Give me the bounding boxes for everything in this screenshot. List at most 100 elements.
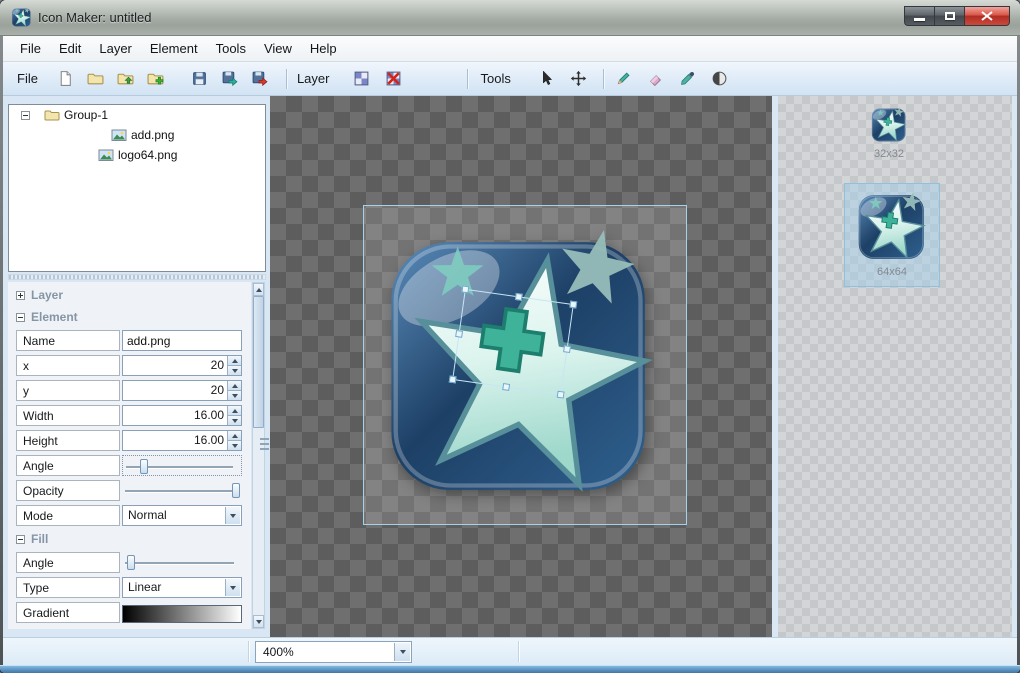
tree-item-label: logo64.png [118,148,178,162]
select-tool-button[interactable] [535,67,559,91]
scroll-down-icon[interactable] [253,615,264,628]
props-scrollbar[interactable] [252,282,265,629]
close-button[interactable] [964,6,1010,26]
prop-row-mode: Mode Normal [16,503,242,528]
expand-icon[interactable] [16,290,25,300]
save-icon [193,72,207,85]
resize-handle-sw[interactable] [448,375,457,384]
title-bar[interactable]: Icon Maker: untitled [0,0,1020,36]
section-element: Element [16,306,242,328]
folder-up-icon [117,73,134,85]
eyedropper-tool-button[interactable] [676,67,700,91]
slider-track [125,562,234,564]
prop-row-gradient: Gradient [16,600,242,625]
chevron-down-icon[interactable] [394,643,410,661]
prop-label: Name [16,330,120,351]
delete-layer-button[interactable] [381,67,405,91]
spinner-arrows[interactable] [227,406,241,425]
move-tool-button[interactable] [567,67,591,91]
new-file-button[interactable] [54,67,78,91]
preview-64-thumbnail[interactable] [855,190,929,264]
height-value: 16.00 [193,433,224,447]
element-selection-rect[interactable] [448,285,578,399]
scrollbar-thumb[interactable] [253,296,264,428]
width-stepper[interactable]: 16.00 [122,405,242,426]
folder-add-button[interactable] [144,67,168,91]
collapse-icon[interactable] [21,110,30,120]
folder-icon [44,110,60,121]
section-title: Element [31,310,78,324]
menu-help[interactable]: Help [301,37,346,60]
resize-handle-ne[interactable] [569,300,578,309]
resize-handle-w[interactable] [455,329,464,338]
folder-up-button[interactable] [114,67,138,91]
maximize-icon [944,12,955,20]
save-export-red-icon [253,71,268,87]
zoom-select[interactable]: 400% [255,641,412,663]
resize-handle-s[interactable] [502,383,511,391]
gradient-editor[interactable] [122,604,242,623]
add-layer-button[interactable] [349,67,373,91]
name-input[interactable] [122,330,242,351]
opacity-slider[interactable] [122,480,242,501]
resize-handle-n[interactable] [514,292,523,301]
close-icon [981,11,993,21]
preview-64-label: 64x64 [877,266,907,278]
menu-file[interactable]: File [11,37,50,60]
layer-tree[interactable]: Group-1 add.png logo64.png [8,104,266,272]
fill-type-select[interactable]: Linear [122,577,242,598]
scroll-up-icon[interactable] [253,283,264,296]
collapse-icon[interactable] [16,312,25,322]
spinner-arrows[interactable] [227,381,241,400]
slider-thumb[interactable] [139,459,148,474]
resize-handle-se[interactable] [556,390,565,399]
save-export-red-button[interactable] [248,67,272,91]
menu-bar: File Edit Layer Element Tools View Help [3,36,1017,62]
pencil-tool-button[interactable] [612,67,636,91]
resize-handle-nw[interactable] [461,285,470,294]
tree-item-add-png[interactable]: add.png [9,125,265,145]
save-button[interactable] [188,67,212,91]
chevron-down-icon[interactable] [225,507,240,524]
slider-thumb[interactable] [232,483,241,498]
menu-tools[interactable]: Tools [207,37,255,60]
prop-row-x: x 20 [16,353,242,378]
chevron-down-icon[interactable] [225,579,240,596]
canvas[interactable] [270,96,772,637]
fill-angle-slider[interactable] [122,552,242,573]
height-stepper[interactable]: 16.00 [122,430,242,451]
tree-item-group[interactable]: Group-1 [9,105,265,125]
tree-props-splitter[interactable] [8,274,266,280]
menu-element[interactable]: Element [141,37,207,60]
angle-slider[interactable] [122,455,242,476]
prop-row-name: Name [16,328,242,353]
collapse-icon[interactable] [16,534,25,544]
prop-label: Angle [16,455,120,476]
preview-panel[interactable]: 32x32 64x64 [778,96,1012,637]
menu-edit[interactable]: Edit [50,37,90,60]
x-value: 20 [210,358,224,372]
contrast-tool-button[interactable] [708,67,732,91]
pencil-icon [618,72,630,85]
menu-layer[interactable]: Layer [90,37,141,60]
y-stepper[interactable]: 20 [122,380,242,401]
mode-select[interactable]: Normal [122,505,242,526]
fill-type-value: Linear [128,580,162,594]
move-icon [571,70,587,87]
spinner-arrows[interactable] [227,431,241,450]
save-export-button[interactable] [218,67,242,91]
x-stepper[interactable]: 20 [122,355,242,376]
maximize-button[interactable] [934,6,964,26]
resize-handle-e[interactable] [563,345,571,354]
toolbar-separator [467,68,469,89]
menu-view[interactable]: View [255,37,301,60]
minimize-button[interactable] [904,6,934,26]
preview-32-thumbnail[interactable] [870,106,908,144]
width-value: 16.00 [193,408,224,422]
eraser-tool-button[interactable] [644,67,668,91]
panel-splitter-grip[interactable] [260,438,269,451]
slider-thumb[interactable] [126,555,135,570]
open-folder-button[interactable] [84,67,108,91]
spinner-arrows[interactable] [227,356,241,375]
tree-item-logo64-png[interactable]: logo64.png [9,145,265,165]
